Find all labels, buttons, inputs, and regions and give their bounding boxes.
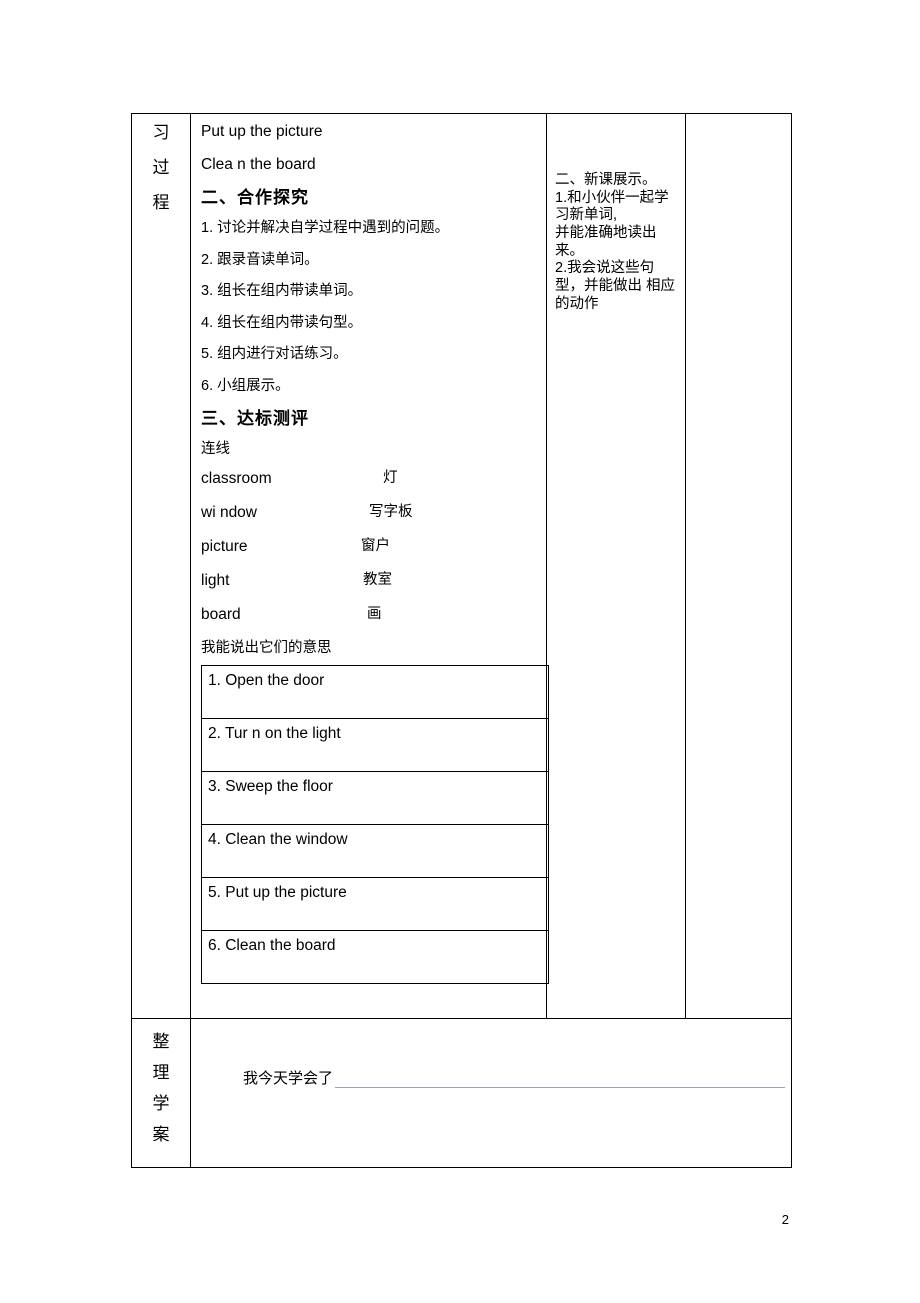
main-content-body: Put up the picture Clea n the board 二、合作…	[191, 114, 549, 1018]
match-pair-row: light 教室	[201, 571, 538, 590]
right-notes-text: 二、新课展示。 1.和小伙伴一起学习新单词, 并能准确地读出来。 2.我会说这些…	[555, 172, 676, 312]
left-vertical-label-cell: 习 过 程	[131, 113, 191, 1019]
meaning-note: 我能说出它们的意思	[201, 639, 332, 656]
match-exercise-title: 连线	[201, 441, 230, 457]
sentence-row: 3. Sweep the floor	[201, 771, 549, 825]
match-pair-chinese: 画	[367, 605, 382, 622]
section-two-item-4: 5. 组内进行对话练习。	[201, 346, 348, 362]
left-label-char-0: 习	[152, 123, 170, 142]
sentence-cell-empty	[201, 983, 549, 1012]
match-pair-english: board	[201, 605, 241, 623]
bottom-label-char-3: 案	[152, 1125, 170, 1144]
match-pair-english: picture	[201, 537, 248, 555]
main-content-cell: Put up the picture Clea n the board 二、合作…	[190, 113, 549, 1019]
bottom-vertical-label-cell: 整 理 学 案	[131, 1018, 191, 1168]
bottom-content-cell: 我今天学会了	[190, 1018, 792, 1168]
page-number: 2	[781, 1212, 789, 1227]
intro-line-1: Clea n the board	[201, 155, 316, 173]
section-two-item-3: 4. 组长在组内带读句型。	[201, 314, 363, 331]
bottom-content-body: 我今天学会了	[191, 1019, 791, 1167]
match-pair-row: classroom 灯	[201, 469, 538, 488]
sentence-cell: 1. Open the door	[201, 665, 549, 719]
intro-line-0: Put up the picture	[201, 123, 323, 140]
far-right-empty-cell	[685, 113, 792, 1019]
sentence-row-empty	[201, 983, 549, 1012]
section-two-item-2: 3. 组长在组内带读单词。	[201, 283, 363, 299]
document-page: 习 过 程 Put up the picture Clea n the boar…	[0, 0, 920, 1303]
table-row-bottom: 整 理 学 案 我今天学会了	[131, 1018, 792, 1168]
sentence-cell: 3. Sweep the floor	[201, 771, 549, 825]
section-heading-two: 二、合作探究	[201, 188, 309, 207]
bottom-label-char-1: 理	[152, 1063, 170, 1082]
bottom-label-char-2: 学	[152, 1094, 170, 1113]
match-pair-english: classroom	[201, 469, 272, 487]
sentence-row: 1. Open the door	[201, 665, 549, 719]
fill-in-blank-line[interactable]	[335, 1073, 786, 1088]
left-label-char-1: 过	[152, 158, 170, 177]
sentence-row: 6. Clean the board	[201, 930, 549, 984]
sentence-cell: 2. Tur n on the light	[201, 718, 549, 772]
match-pair-english: light	[201, 571, 230, 589]
match-pair-row: wi ndow 写字板	[201, 503, 538, 522]
table-row-main: 习 过 程 Put up the picture Clea n the boar…	[131, 113, 792, 1019]
bottom-vertical-label: 整 理 学 案	[132, 1019, 190, 1143]
bottom-label-char-0: 整	[152, 1032, 170, 1051]
section-two-item-0: 1. 讨论并解决自学过程中遇到的问题。	[201, 220, 450, 236]
section-two-item-1: 2. 跟录音读单词。	[201, 251, 319, 268]
right-notes-cell: 二、新课展示。 1.和小伙伴一起学习新单词, 并能准确地读出来。 2.我会说这些…	[546, 113, 686, 1019]
sentence-cell: 5. Put up the picture	[201, 877, 549, 931]
section-heading-three: 三、达标测评	[201, 409, 309, 428]
lesson-plan-table: 习 过 程 Put up the picture Clea n the boar…	[131, 113, 792, 1168]
sentence-cell: 6. Clean the board	[201, 930, 549, 984]
sentence-practice-table: 1. Open the door 2. Tur n on the light 3…	[201, 665, 549, 1012]
left-label-char-2: 程	[152, 193, 170, 212]
match-pair-row: picture 窗户	[201, 537, 538, 556]
section-two-item-5: 6. 小组展示。	[201, 377, 290, 394]
match-pair-chinese: 写字板	[369, 503, 413, 520]
sentence-row: 5. Put up the picture	[201, 877, 549, 931]
bottom-prompt-text: 我今天学会了	[243, 1070, 334, 1087]
match-pair-chinese: 灯	[383, 469, 398, 486]
left-vertical-label: 习 过 程	[132, 114, 190, 211]
sentence-cell: 4. Clean the window	[201, 824, 549, 878]
sentence-row: 2. Tur n on the light	[201, 718, 549, 772]
match-pair-chinese: 窗户	[361, 537, 390, 554]
match-pair-english: wi ndow	[201, 503, 257, 521]
match-pair-chinese: 教室	[363, 571, 392, 588]
sentence-row: 4. Clean the window	[201, 824, 549, 878]
match-pair-row: board 画	[201, 605, 538, 624]
